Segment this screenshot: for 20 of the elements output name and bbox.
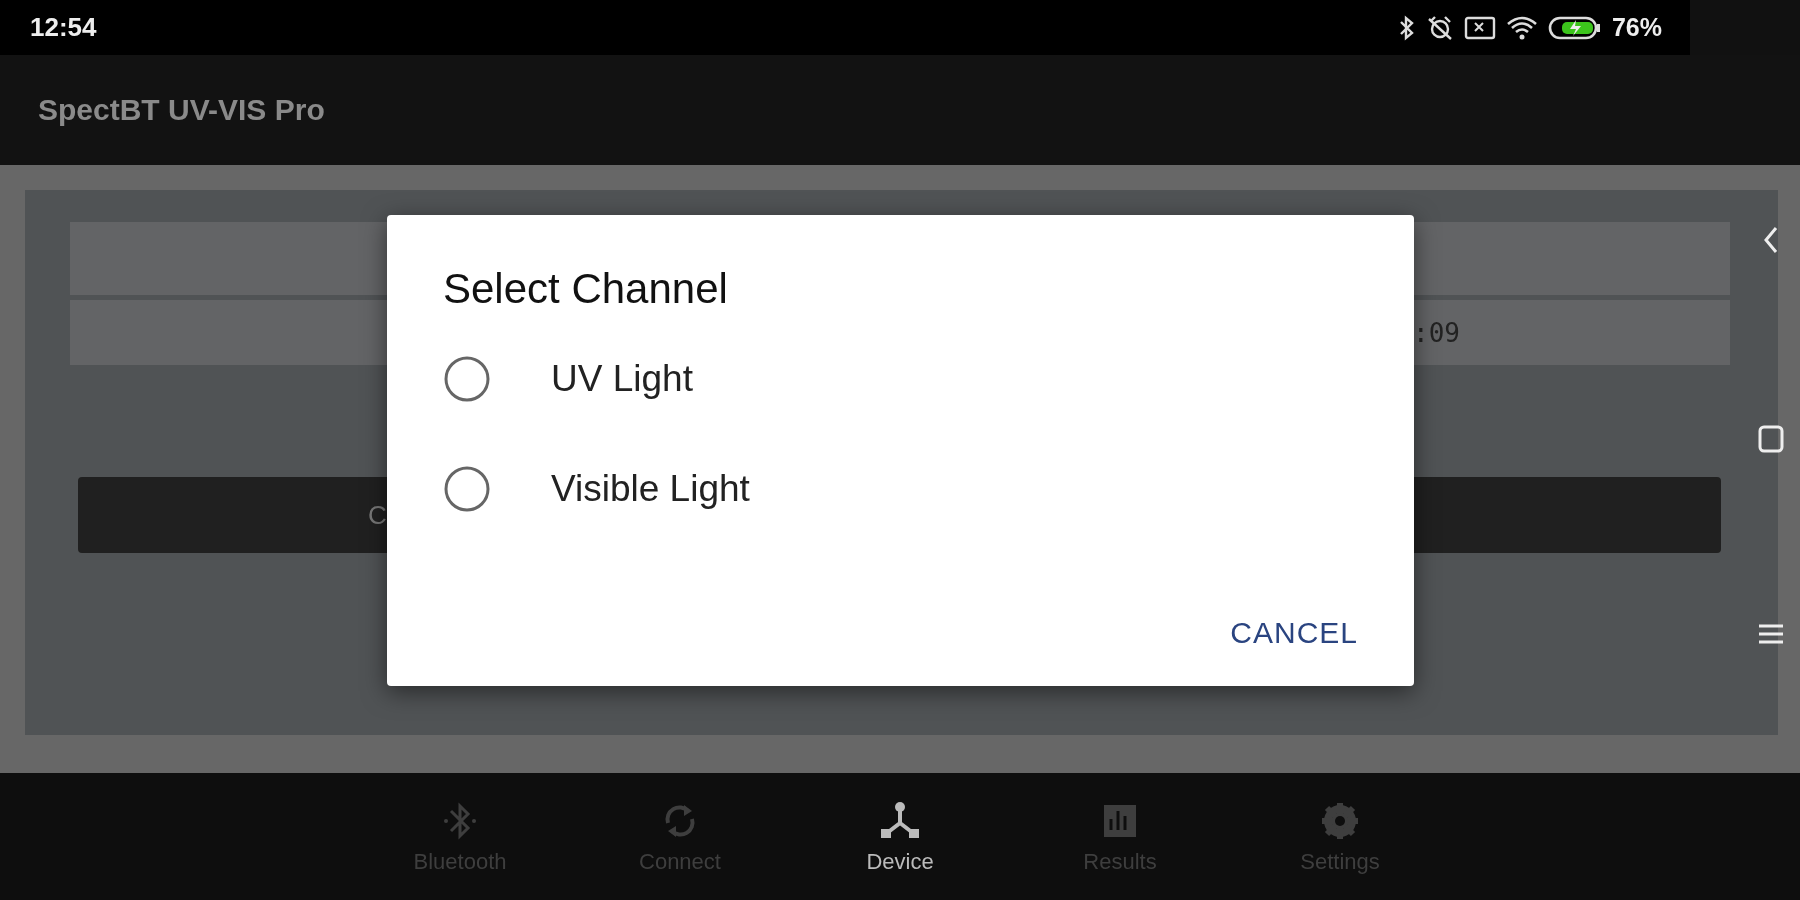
- back-icon[interactable]: [1762, 225, 1780, 255]
- cancel-button[interactable]: CANCEL: [1224, 608, 1364, 658]
- radio-option[interactable]: Visible Light: [443, 465, 750, 513]
- bluetooth-icon: [1397, 14, 1416, 41]
- row-value: :09: [1413, 317, 1460, 348]
- clock-time: 12:54: [30, 12, 97, 43]
- battery-percent: 76%: [1611, 13, 1662, 42]
- option-label: Visible Light: [551, 468, 750, 510]
- radio-option[interactable]: UV Light: [443, 355, 693, 403]
- option-label: UV Light: [551, 358, 693, 400]
- battery-charging-icon: [1547, 14, 1602, 41]
- radio-button[interactable]: [443, 465, 491, 513]
- wifi-icon: [1505, 14, 1538, 41]
- nav-tab[interactable]: Device: [835, 798, 965, 875]
- dialog-title: Select Channel: [443, 265, 728, 313]
- radio-button[interactable]: [443, 355, 491, 403]
- app-title: SpectBT UV-VIS Pro: [38, 93, 325, 127]
- menu-icon[interactable]: [1758, 623, 1784, 645]
- sim-error-icon: [1463, 15, 1496, 40]
- square-icon[interactable]: [1758, 425, 1784, 453]
